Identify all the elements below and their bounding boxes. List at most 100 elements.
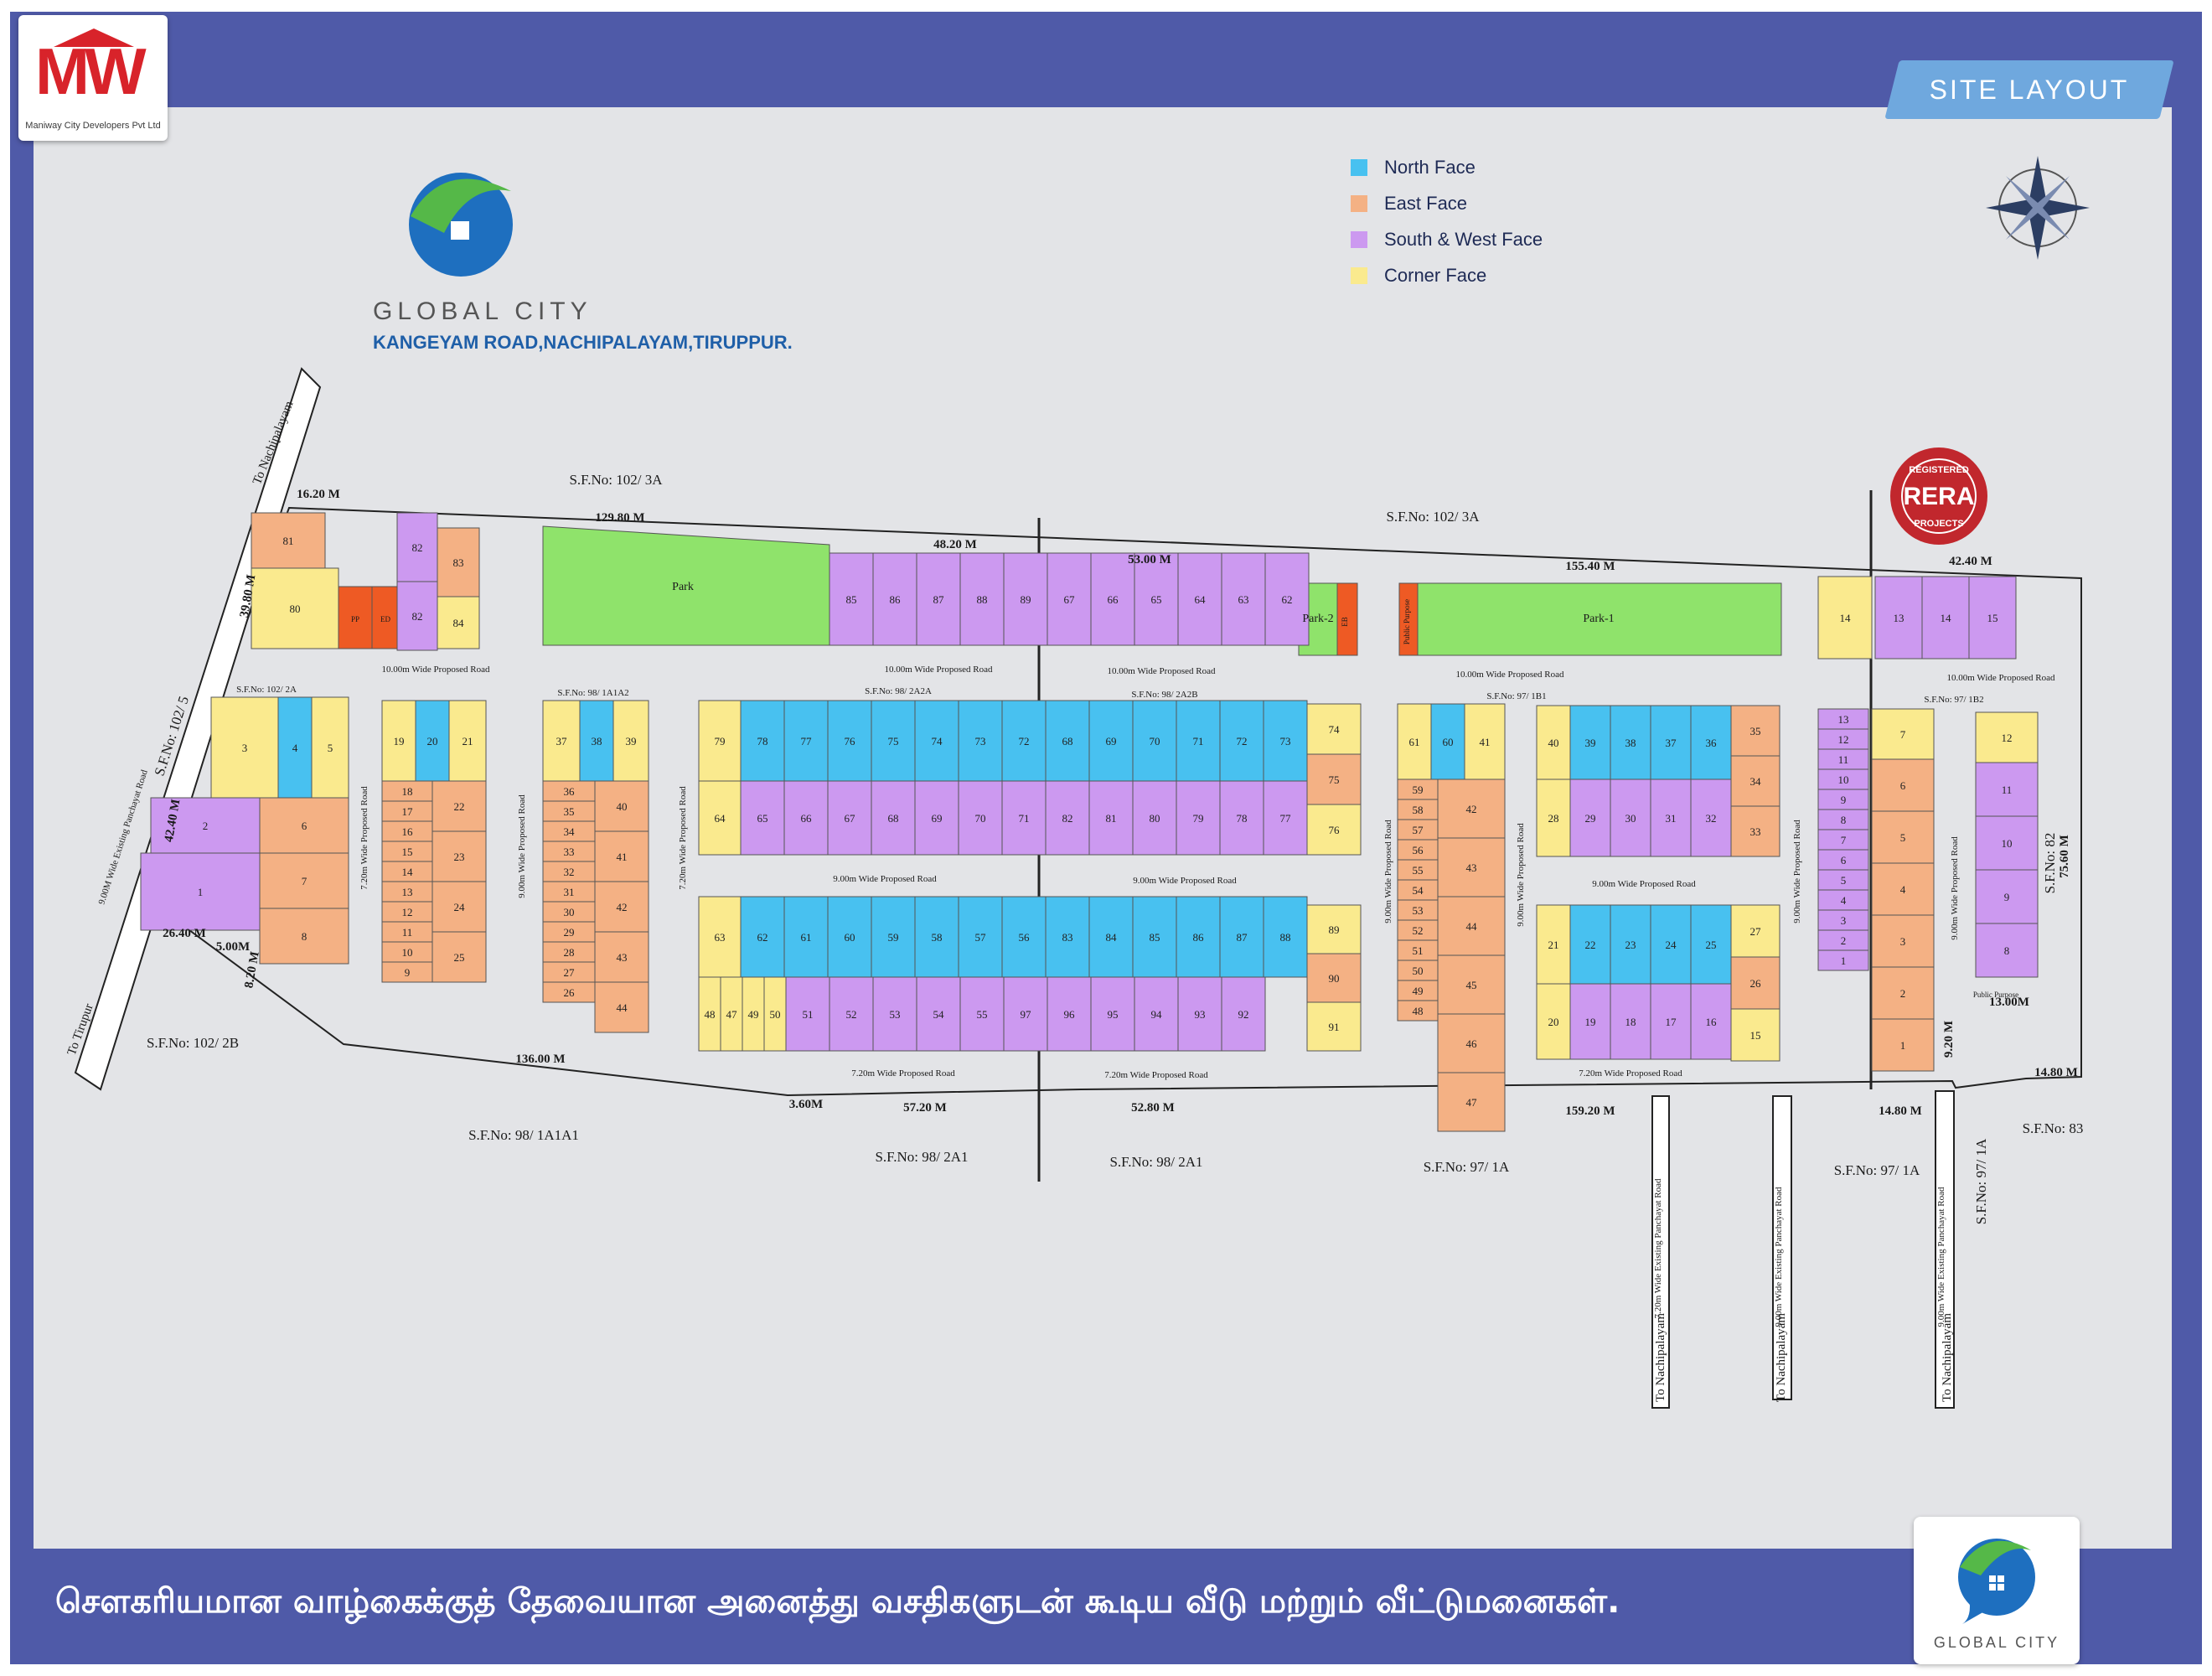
plot-number: 72 (1019, 735, 1030, 747)
plot-number: 18 (402, 785, 413, 798)
plot-number: 6 (1900, 779, 1906, 792)
plot-number: 10 (1838, 773, 1849, 786)
dimension-label: 14.80 M (1879, 1104, 1922, 1118)
dimension-label: 8.20 M (242, 950, 261, 989)
road-label: 9.00m Wide Proposed Road (517, 794, 527, 898)
legend-swatch (1351, 266, 1367, 284)
plot-number: 85 (1150, 931, 1160, 944)
plot-number: 72 (1237, 735, 1248, 747)
plot-number: 67 (845, 812, 856, 825)
plot-number: 31 (1666, 812, 1677, 825)
plot-number: 13 (1838, 713, 1849, 726)
plot-number: 19 (1585, 1016, 1596, 1028)
plot-number: 27 (1750, 925, 1762, 938)
plot-number: 1 (1900, 1039, 1906, 1052)
plot-number: 22 (1585, 939, 1596, 951)
survey-label: S.F.No: 97/ 1A (1834, 1162, 1920, 1178)
plot-number: 11 (402, 926, 413, 939)
dimension-label: 57.20 M (903, 1101, 947, 1115)
plot-number: 38 (592, 735, 602, 747)
plot-number: 47 (1466, 1096, 1478, 1109)
plot-number: 4 (292, 742, 298, 754)
company-logo-mark: MW (35, 34, 147, 108)
plot-number: 17 (1666, 1016, 1677, 1028)
plot-number: 60 (1443, 736, 1454, 748)
title-tab: SITE LAYOUT (1929, 75, 2130, 105)
plot-number: 7 (1841, 834, 1847, 846)
road-label: 7.20m Wide Proposed Road (1104, 1070, 1208, 1080)
dimension-label: 48.20 M (933, 538, 977, 551)
plot-number: 80 (1150, 812, 1160, 825)
survey-label: S.F.No: 83 (2023, 1120, 2084, 1136)
plot-number: 68 (1062, 735, 1073, 747)
survey-label: S.F.No: 97/ 1A (1973, 1138, 1989, 1224)
plot-number: 45 (1466, 979, 1477, 991)
plot-number: 82 (412, 541, 423, 554)
plot-number: 57 (975, 931, 987, 944)
site-map: REGISTEREDRERAPROJECTS85 86 87 88 89 67 66 65 64… (65, 156, 2090, 1409)
plot-number: 49 (1413, 985, 1424, 997)
direction-label: To Nachipalayam (1775, 1313, 1788, 1402)
plot-number: 6 (302, 820, 308, 832)
plot-number: 79 (1193, 812, 1204, 825)
plot-number: 74 (932, 735, 943, 747)
plot-number: 51 (1413, 944, 1424, 957)
rera-badge-icon: REGISTERED RERA PROJECTS (1890, 447, 1987, 545)
plot-number: 53 (1413, 904, 1424, 917)
plot-number: 3 (1841, 914, 1847, 927)
plot-number: 36 (1706, 737, 1718, 749)
legend-label: North Face (1384, 156, 1476, 178)
plot-number: 88 (1280, 931, 1291, 944)
plot-number: 69 (932, 812, 943, 825)
plot-number: 84 (453, 617, 465, 629)
park-label: Park-2 (1302, 613, 1333, 625)
utility-label: Public Purpose (1403, 599, 1411, 644)
plot-number: 77 (801, 735, 813, 747)
plot-number: 58 (932, 931, 943, 944)
compass-icon (1986, 156, 2090, 260)
legend-item-north: North Face (1351, 149, 1543, 185)
plot-number: 54 (933, 1008, 945, 1021)
plot-number: 36 (564, 785, 576, 798)
plot-number: 81 (283, 535, 294, 547)
plot-number: 40 (1548, 737, 1559, 749)
plot-number: 66 (801, 812, 813, 825)
plot-number: 58 (1413, 804, 1424, 816)
plot-number: 50 (770, 1008, 781, 1021)
plot-number: 76 (1329, 824, 1341, 836)
utility-label: EB (1341, 617, 1349, 627)
plot-number: 5 (1841, 874, 1847, 887)
plot-number: 26 (564, 986, 576, 999)
badge-text-0: REGISTERED (1909, 465, 1969, 475)
utility-label: ED (380, 615, 390, 623)
plot-number: 55 (977, 1008, 988, 1021)
dimension-label: 16.20 M (297, 488, 340, 501)
plot-number: 9 (2004, 891, 2010, 903)
footer-logo-card: GLOBAL CITY (1914, 1517, 2080, 1664)
plot-number: 35 (1750, 725, 1761, 737)
plot-number: 76 (845, 735, 856, 747)
plot-number: 89 (1329, 923, 1340, 936)
plot-number: 40 (617, 800, 628, 813)
plot-number: 27 (564, 966, 576, 979)
plot-number: 28 (1548, 812, 1559, 825)
dimension-label: 53.00 M (1128, 553, 1171, 566)
road-label: 9.00m Wide Proposed Road (1516, 823, 1526, 927)
plot-number: 43 (617, 951, 628, 964)
plot-number: 82 (1062, 812, 1073, 825)
badge-text-1: RERA (1903, 483, 1974, 510)
plot-number: 46 (1466, 1037, 1478, 1050)
plot-number: 55 (1413, 864, 1424, 877)
plot-number: 93 (1195, 1008, 1206, 1021)
plot-number: 56 (1413, 844, 1424, 856)
plot-number: 24 (1666, 939, 1677, 951)
survey-label: S.F.No: 102/ 2B (147, 1035, 239, 1051)
plot-number: 16 (402, 825, 414, 838)
footer-brand-name: GLOBAL CITY (1933, 1634, 2060, 1651)
plot-number: 61 (801, 931, 812, 944)
dimension-label: 129.80 M (595, 511, 644, 525)
company-logo: MW Maniway City Developers Pvt Ltd (18, 15, 168, 141)
plot-number: 91 (1329, 1021, 1340, 1033)
road-label: 9.00m Wide Proposed Road (1133, 876, 1237, 886)
plot-number: 52 (1413, 924, 1424, 937)
